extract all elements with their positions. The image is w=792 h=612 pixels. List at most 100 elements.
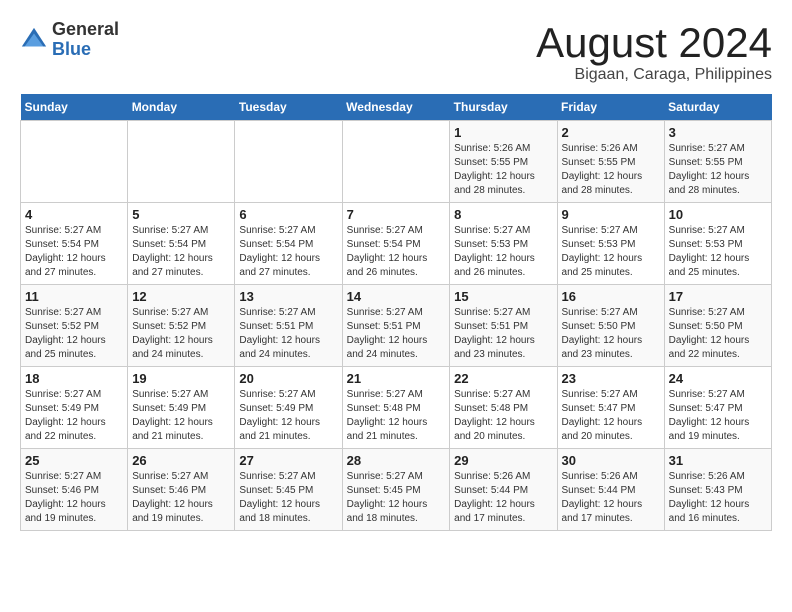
weekday-header-sunday: Sunday: [21, 94, 128, 121]
day-number: 12: [132, 289, 230, 304]
calendar-cell: 24 Sunrise: 5:27 AM Sunset: 5:47 PM Dayli…: [664, 367, 771, 449]
calendar-cell: 2Sunrise: 5:26 AM Sunset: 5:55 PM Daylig…: [557, 121, 664, 203]
day-number: 26: [132, 453, 230, 468]
day-info: Sunrise: 5:27 AM Sunset: 5:48 PM Dayligh…: [347, 388, 446, 444]
day-info: Sunrise: 5:27 AM Sunset: 5:50 PM Dayligh…: [562, 306, 660, 362]
header: General Blue August 2024 Bigaan, Caraga,…: [20, 20, 772, 84]
day-number: 23: [562, 371, 660, 386]
location-title: Bigaan, Caraga, Philippines: [536, 66, 772, 84]
calendar-cell: 20Sunrise: 5:27 AM Sunset: 5:49 PM Dayli…: [235, 367, 342, 449]
calendar-cell: 10 Sunrise: 5:27 AM Sunset: 5:53 PM Dayli…: [664, 203, 771, 285]
day-number: 4: [25, 207, 123, 222]
day-number: 20: [239, 371, 337, 386]
week-row-2: 4 Sunrise: 5:27 AM Sunset: 5:54 PM Daylig…: [21, 203, 772, 285]
calendar-cell: 16 Sunrise: 5:27 AM Sunset: 5:50 PM Dayli…: [557, 285, 664, 367]
day-number: 15: [454, 289, 552, 304]
day-number: 21: [347, 371, 446, 386]
day-number: 27: [239, 453, 337, 468]
weekday-header-wednesday: Wednesday: [342, 94, 450, 121]
logo-text: General Blue: [52, 20, 119, 60]
calendar-cell: 27 Sunrise: 5:27 AM Sunset: 5:45 PM Dayli…: [235, 449, 342, 531]
day-info: Sunrise: 5:27 AM Sunset: 5:47 PM Dayligh…: [669, 388, 767, 444]
calendar-cell: 12Sunrise: 5:27 AM Sunset: 5:52 PM Dayli…: [128, 285, 235, 367]
day-info: Sunrise: 5:27 AM Sunset: 5:54 PM Dayligh…: [132, 224, 230, 280]
day-number: 16: [562, 289, 660, 304]
calendar-cell: 3 Sunrise: 5:27 AM Sunset: 5:55 PM Daylig…: [664, 121, 771, 203]
calendar-cell: 22 Sunrise: 5:27 AM Sunset: 5:48 PM Dayli…: [450, 367, 557, 449]
day-number: 3: [669, 125, 767, 140]
day-number: 18: [25, 371, 123, 386]
day-number: 8: [454, 207, 552, 222]
calendar-cell: 6 Sunrise: 5:27 AM Sunset: 5:54 PM Daylig…: [235, 203, 342, 285]
day-number: 6: [239, 207, 337, 222]
calendar-cell: 8Sunrise: 5:27 AM Sunset: 5:53 PM Daylig…: [450, 203, 557, 285]
weekday-header-tuesday: Tuesday: [235, 94, 342, 121]
day-info: Sunrise: 5:27 AM Sunset: 5:54 PM Dayligh…: [239, 224, 337, 280]
day-number: 5: [132, 207, 230, 222]
day-info: Sunrise: 5:27 AM Sunset: 5:47 PM Dayligh…: [562, 388, 660, 444]
calendar-cell: 15Sunrise: 5:27 AM Sunset: 5:51 PM Dayli…: [450, 285, 557, 367]
day-number: 25: [25, 453, 123, 468]
logo-general-text: General: [52, 20, 119, 40]
calendar-cell: [21, 121, 128, 203]
day-info: Sunrise: 5:27 AM Sunset: 5:52 PM Dayligh…: [25, 306, 123, 362]
day-info: Sunrise: 5:27 AM Sunset: 5:55 PM Dayligh…: [669, 142, 767, 198]
calendar-cell: 4Sunrise: 5:27 AM Sunset: 5:54 PM Daylig…: [21, 203, 128, 285]
day-number: 30: [562, 453, 660, 468]
logo-icon: [20, 26, 48, 54]
weekday-header-thursday: Thursday: [450, 94, 557, 121]
day-info: Sunrise: 5:27 AM Sunset: 5:49 PM Dayligh…: [132, 388, 230, 444]
day-number: 24: [669, 371, 767, 386]
calendar-table: SundayMondayTuesdayWednesdayThursdayFrid…: [20, 94, 772, 531]
calendar-cell: 11 Sunrise: 5:27 AM Sunset: 5:52 PM Dayli…: [21, 285, 128, 367]
day-info: Sunrise: 5:27 AM Sunset: 5:46 PM Dayligh…: [132, 470, 230, 526]
day-info: Sunrise: 5:26 AM Sunset: 5:43 PM Dayligh…: [669, 470, 767, 526]
day-info: Sunrise: 5:27 AM Sunset: 5:48 PM Dayligh…: [454, 388, 552, 444]
weekday-header-row: SundayMondayTuesdayWednesdayThursdayFrid…: [21, 94, 772, 121]
calendar-cell: 21 Sunrise: 5:27 AM Sunset: 5:48 PM Dayli…: [342, 367, 450, 449]
month-title: August 2024: [536, 20, 772, 66]
logo: General Blue: [20, 20, 119, 60]
calendar-cell: 17 Sunrise: 5:27 AM Sunset: 5:50 PM Dayli…: [664, 285, 771, 367]
day-number: 11: [25, 289, 123, 304]
logo-blue-text: Blue: [52, 40, 119, 60]
day-number: 13: [239, 289, 337, 304]
calendar-cell: 26 Sunrise: 5:27 AM Sunset: 5:46 PM Dayli…: [128, 449, 235, 531]
calendar-cell: 19Sunrise: 5:27 AM Sunset: 5:49 PM Dayli…: [128, 367, 235, 449]
day-number: 22: [454, 371, 552, 386]
day-info: Sunrise: 5:26 AM Sunset: 5:55 PM Dayligh…: [454, 142, 552, 198]
calendar-body: 1 Sunrise: 5:26 AM Sunset: 5:55 PM Daylig…: [21, 121, 772, 531]
day-info: Sunrise: 5:27 AM Sunset: 5:53 PM Dayligh…: [669, 224, 767, 280]
day-number: 14: [347, 289, 446, 304]
day-number: 9: [562, 207, 660, 222]
day-info: Sunrise: 5:27 AM Sunset: 5:49 PM Dayligh…: [25, 388, 123, 444]
day-number: 28: [347, 453, 446, 468]
day-info: Sunrise: 5:27 AM Sunset: 5:45 PM Dayligh…: [239, 470, 337, 526]
day-info: Sunrise: 5:27 AM Sunset: 5:54 PM Dayligh…: [347, 224, 446, 280]
day-number: 31: [669, 453, 767, 468]
weekday-header-monday: Monday: [128, 94, 235, 121]
calendar-cell: [342, 121, 450, 203]
week-row-4: 18 Sunrise: 5:27 AM Sunset: 5:49 PM Dayli…: [21, 367, 772, 449]
calendar-cell: 31 Sunrise: 5:26 AM Sunset: 5:43 PM Dayli…: [664, 449, 771, 531]
calendar-cell: 30Sunrise: 5:26 AM Sunset: 5:44 PM Dayli…: [557, 449, 664, 531]
day-info: Sunrise: 5:27 AM Sunset: 5:50 PM Dayligh…: [669, 306, 767, 362]
day-number: 10: [669, 207, 767, 222]
day-info: Sunrise: 5:26 AM Sunset: 5:44 PM Dayligh…: [454, 470, 552, 526]
calendar-cell: 7Sunrise: 5:27 AM Sunset: 5:54 PM Daylig…: [342, 203, 450, 285]
calendar-cell: [128, 121, 235, 203]
day-info: Sunrise: 5:27 AM Sunset: 5:53 PM Dayligh…: [562, 224, 660, 280]
calendar-cell: [235, 121, 342, 203]
day-number: 17: [669, 289, 767, 304]
title-block: August 2024 Bigaan, Caraga, Philippines: [536, 20, 772, 84]
day-number: 2: [562, 125, 660, 140]
calendar-cell: 23 Sunrise: 5:27 AM Sunset: 5:47 PM Dayli…: [557, 367, 664, 449]
day-info: Sunrise: 5:27 AM Sunset: 5:51 PM Dayligh…: [239, 306, 337, 362]
day-info: Sunrise: 5:27 AM Sunset: 5:46 PM Dayligh…: [25, 470, 123, 526]
day-info: Sunrise: 5:27 AM Sunset: 5:51 PM Dayligh…: [347, 306, 446, 362]
week-row-1: 1 Sunrise: 5:26 AM Sunset: 5:55 PM Daylig…: [21, 121, 772, 203]
calendar-cell: 18 Sunrise: 5:27 AM Sunset: 5:49 PM Dayli…: [21, 367, 128, 449]
calendar-cell: 9 Sunrise: 5:27 AM Sunset: 5:53 PM Daylig…: [557, 203, 664, 285]
weekday-header-saturday: Saturday: [664, 94, 771, 121]
day-number: 1: [454, 125, 552, 140]
